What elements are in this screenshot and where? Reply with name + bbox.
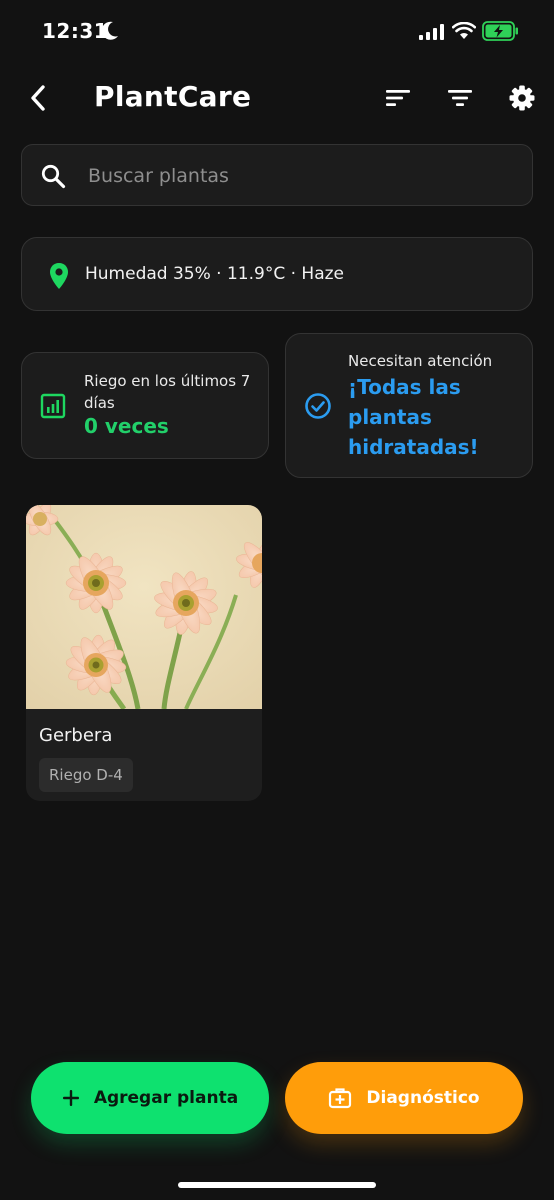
diagnostic-label: Diagnóstico xyxy=(366,1088,480,1108)
search-icon xyxy=(40,163,66,193)
app-header: PlantCare xyxy=(0,70,554,126)
signal-icon xyxy=(419,24,445,44)
wifi-icon xyxy=(451,21,477,44)
add-plant-button[interactable]: Agregar planta xyxy=(31,1062,269,1134)
plant-photo xyxy=(26,505,262,711)
search-bar xyxy=(21,144,533,206)
settings-button[interactable] xyxy=(506,82,538,114)
gear-icon xyxy=(509,85,535,111)
moon-icon xyxy=(101,21,119,45)
back-button[interactable] xyxy=(22,82,54,114)
watering-stats-card: Riego en los últimos 7 días 0 veces xyxy=(21,352,269,459)
watering-count: 0 veces xyxy=(84,414,169,438)
plus-icon xyxy=(62,1089,80,1107)
plant-name: Gerbera xyxy=(39,725,113,746)
page-title: PlantCare xyxy=(94,80,252,113)
back-arrow-icon xyxy=(31,85,45,111)
diagnostic-button[interactable]: Diagnóstico xyxy=(285,1062,523,1134)
attention-status: ¡Todas las plantas hidratadas! xyxy=(348,375,479,459)
filter-icon xyxy=(448,90,472,106)
status-time: 12:31 xyxy=(42,19,109,43)
add-plant-label: Agregar planta xyxy=(93,1088,239,1108)
sort-icon xyxy=(386,90,410,106)
weather-summary: Humedad 35% · 11.9°C · Haze xyxy=(85,264,344,284)
filter-button[interactable] xyxy=(444,82,476,114)
battery-charging-icon xyxy=(482,21,520,45)
status-bar: 12:31 xyxy=(0,0,554,64)
location-pin-icon xyxy=(48,262,70,294)
watering-label: Riego en los últimos 7 días xyxy=(84,372,251,412)
medical-kit-icon xyxy=(328,1086,352,1110)
search-input[interactable] xyxy=(88,157,508,195)
watering-badge: Riego D-4 xyxy=(39,758,133,792)
home-indicator[interactable] xyxy=(178,1182,376,1188)
plant-card[interactable]: Gerbera Riego D-4 xyxy=(26,505,262,801)
sort-button[interactable] xyxy=(382,82,414,114)
check-circle-icon xyxy=(304,392,332,424)
attention-stats-card: Necesitan atención ¡Todas las plantas hi… xyxy=(285,333,533,478)
bar-chart-icon xyxy=(40,393,66,423)
attention-label: Necesitan atención xyxy=(348,352,493,370)
weather-card: Humedad 35% · 11.9°C · Haze xyxy=(21,237,533,311)
